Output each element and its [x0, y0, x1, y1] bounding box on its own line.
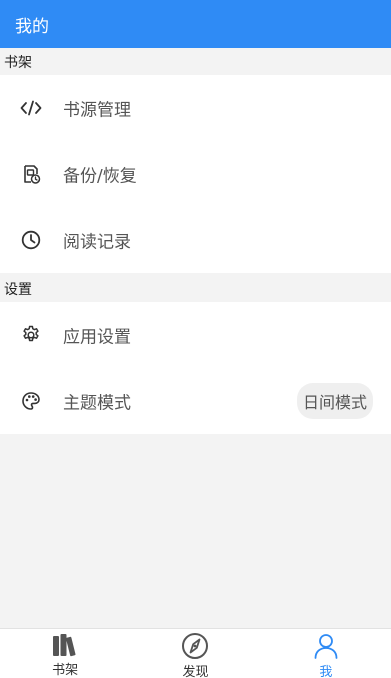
palette-icon — [20, 390, 42, 412]
settings-group: 应用设置 主题模式 日间模式 — [0, 302, 391, 434]
clock-icon — [20, 229, 42, 251]
bookshelf-group: 书源管理 备份/恢复 阅读记录 — [0, 75, 391, 273]
menu-item-backup-restore[interactable]: 备份/恢复 — [0, 141, 391, 207]
menu-item-app-settings[interactable]: 应用设置 — [0, 302, 391, 368]
nav-tab-label: 发现 — [182, 665, 209, 678]
page-title: 我的 — [15, 16, 49, 37]
nav-tab-label: 我 — [319, 665, 333, 678]
nav-tab-discover[interactable]: 发现 — [130, 629, 260, 678]
app-bar: 我的 — [0, 0, 391, 48]
person-icon — [311, 632, 341, 660]
compass-icon — [180, 632, 210, 660]
menu-item-label: 主题模式 — [63, 393, 131, 414]
bottom-navigation: 书架 发现 我 — [0, 628, 391, 678]
books-icon — [50, 632, 80, 658]
app-root: 我的 书架 书源管理 备份/恢复 阅读记录 设置 应用设置 主题模式 日间模式 … — [0, 0, 391, 678]
section-header-bookshelf: 书架 — [0, 48, 391, 75]
menu-item-label: 阅读记录 — [63, 232, 131, 253]
menu-item-label: 备份/恢复 — [63, 166, 137, 187]
backup-icon — [20, 163, 42, 185]
section-header-label: 设置 — [4, 281, 32, 298]
section-header-label: 书架 — [4, 54, 32, 71]
nav-tab-bookshelf[interactable]: 书架 — [0, 629, 130, 678]
menu-item-source-management[interactable]: 书源管理 — [0, 75, 391, 141]
theme-mode-value-chip[interactable]: 日间模式 — [296, 383, 373, 419]
menu-item-label: 应用设置 — [63, 327, 131, 348]
menu-item-label: 书源管理 — [63, 100, 131, 121]
menu-item-reading-history[interactable]: 阅读记录 — [0, 207, 391, 273]
section-header-settings: 设置 — [0, 275, 391, 302]
nav-tab-me[interactable]: 我 — [261, 629, 391, 678]
gear-icon — [20, 324, 42, 346]
menu-item-theme-mode[interactable]: 主题模式 日间模式 — [0, 368, 391, 434]
code-icon — [20, 97, 42, 119]
nav-tab-label: 书架 — [52, 663, 79, 678]
